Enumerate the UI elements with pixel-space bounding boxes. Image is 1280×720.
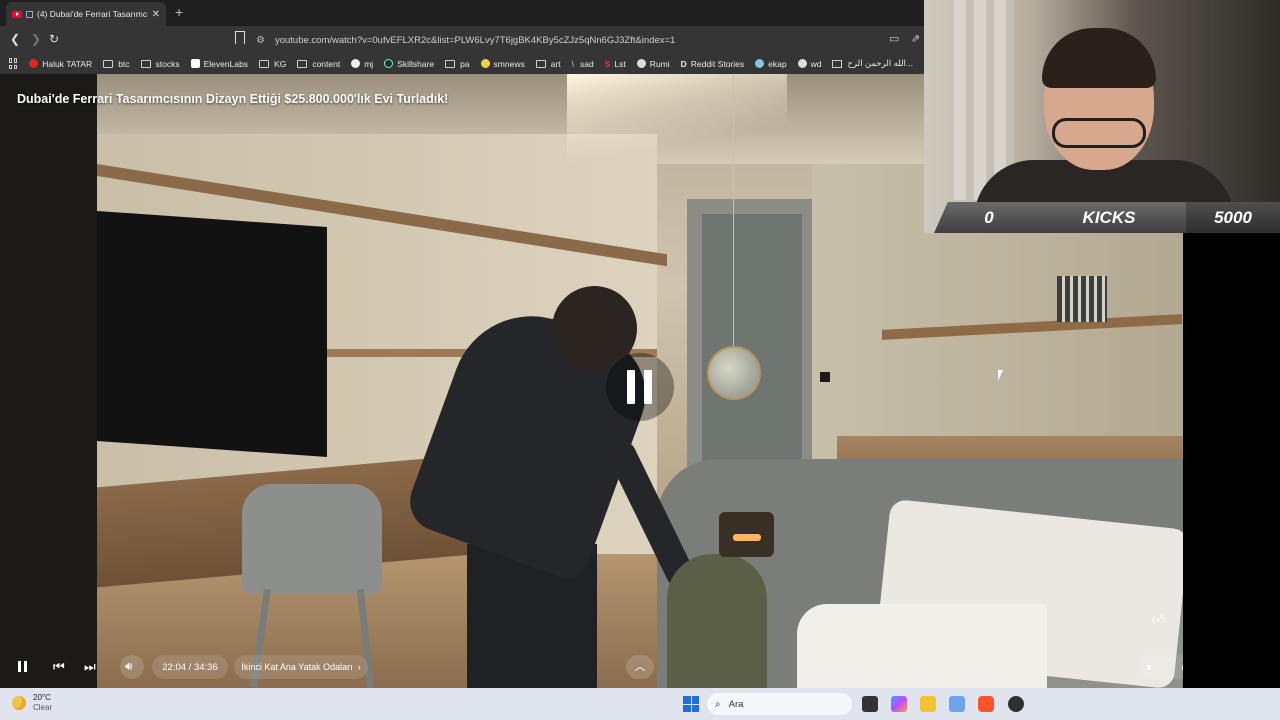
bookmark-item[interactable]: smnews	[480, 59, 525, 69]
bookmark-item[interactable]: ElevenLabs	[190, 59, 248, 69]
folder-icon	[535, 59, 546, 68]
d-icon: D	[680, 58, 687, 69]
bookmark-item[interactable]: pa	[445, 59, 470, 69]
copilot-icon[interactable]	[891, 696, 907, 712]
previous-icon[interactable]: ⏮	[53, 659, 65, 675]
kicks-goal: 5000	[1186, 202, 1280, 233]
black-strip	[1183, 233, 1280, 688]
kicks-current: 0	[984, 207, 994, 227]
bookmark-item[interactable]: الله الرحمن الرح...	[832, 58, 913, 69]
file-explorer-icon[interactable]	[920, 696, 936, 712]
bookmark-item[interactable]: stocks	[140, 59, 180, 69]
slash-icon: \	[571, 58, 575, 69]
url-text: youtube.com/watch?v=0ufvEFLXR2c&list=PLW…	[274, 34, 676, 46]
bookmark-item[interactable]: art	[535, 59, 561, 69]
smiley-icon	[480, 59, 490, 68]
time-display: 22:04 / 34:36	[152, 655, 228, 679]
doc-icon	[832, 59, 843, 68]
taskbar-search[interactable]: ⌕ Ara	[707, 693, 852, 715]
close-tab-icon[interactable]: ✕	[152, 9, 160, 20]
folder-icon	[140, 59, 151, 68]
elevenlabs-icon	[190, 59, 200, 68]
pause-icon[interactable]	[16, 659, 30, 673]
youtube-favicon-icon	[12, 10, 22, 18]
bookmark-item[interactable]: ekap	[755, 59, 787, 69]
bookmark-item[interactable]: btc	[103, 59, 130, 69]
bookmark-item[interactable]: Haluk TATAR	[29, 59, 92, 69]
volume-button[interactable]: 🔊︎	[120, 655, 144, 679]
player-controls: ⏮ ⏭ 🔊︎ 22:04 / 34:36 İkinci Kat Ana Yata…	[0, 655, 1280, 683]
brave-browser-icon[interactable]	[978, 696, 994, 712]
kicks-label: KICKS	[1082, 207, 1136, 227]
url-field[interactable]: ⚙ youtube.com/watch?v=0ufvEFLXR2c&list=P…	[256, 30, 896, 50]
webcam-feed	[924, 0, 1280, 233]
folder-icon	[103, 59, 114, 68]
kicks-counter: 0 KICKS 5000	[934, 202, 1280, 233]
share-icon[interactable]: ⇗	[911, 32, 920, 45]
start-icon[interactable]	[683, 696, 699, 712]
globe-icon	[636, 59, 646, 68]
bookmark-item[interactable]: S Lst	[605, 59, 626, 69]
new-tab-button[interactable]: +	[175, 5, 183, 19]
chapter-label: İkinci Kat Ana Yatak Odaları	[241, 662, 353, 672]
screen: (4) Dubai'de Ferrari Tasarımcı... ✕ + ❮ …	[0, 0, 1280, 720]
bookmark-item[interactable]: Rumi	[636, 59, 670, 69]
browser-tab[interactable]: (4) Dubai'de Ferrari Tasarımcı... ✕	[6, 2, 166, 26]
search-placeholder: Ara	[728, 698, 744, 710]
snipping-tool-icon[interactable]	[949, 696, 965, 712]
address-bar: ❮ ❯ ↻ ⚙ youtube.com/watch?v=0ufvEFLXR2c&…	[0, 26, 924, 53]
tab-group-icon	[26, 10, 33, 18]
bookmark-item[interactable]: D Reddit Stories	[681, 59, 745, 69]
temperature: 20°C	[33, 693, 51, 702]
back-icon[interactable]: ❮	[10, 32, 20, 46]
volume-icon: 🔊︎	[125, 659, 133, 673]
folder-icon	[259, 59, 270, 68]
windows-taskbar: 20°C Clear ⌕ Ara	[0, 688, 1280, 720]
chevron-right-icon: ›	[357, 662, 361, 672]
skillshare-icon	[384, 59, 394, 68]
video-object	[820, 372, 830, 382]
folder-icon	[445, 59, 456, 68]
side-actions: 👍︎ 👎︎ ▤ ➦	[1148, 612, 1183, 632]
bookmark-item[interactable]: mj	[351, 59, 373, 69]
chevron-up-icon: ︿	[634, 661, 646, 673]
autoplay-toggle-icon[interactable]: ⏸︎	[1146, 660, 1152, 675]
bookmark-item[interactable]: content	[297, 59, 340, 69]
apps-grid-icon[interactable]	[9, 58, 18, 69]
bookmark-item[interactable]: wd	[797, 59, 821, 69]
chapter-button[interactable]: İkinci Kat Ana Yatak Odaları ›	[234, 655, 368, 679]
forward-icon[interactable]: ❯	[31, 32, 41, 46]
more-videos-button[interactable]: ︿	[626, 655, 654, 679]
bird-icon	[755, 59, 765, 68]
like-icon[interactable]: 👍︎	[1148, 612, 1170, 632]
bookmark-icon[interactable]	[235, 31, 245, 44]
search-icon: ⌕	[715, 698, 721, 710]
s-icon: S	[604, 58, 611, 69]
obs-icon[interactable]	[1008, 696, 1024, 712]
video-title[interactable]: Dubai'de Ferrari Tasarımcısının Dizayn E…	[17, 92, 448, 106]
github-icon	[351, 59, 361, 68]
bookmark-item[interactable]: \ sad	[572, 59, 594, 69]
cast-icon[interactable]: ▭	[889, 32, 899, 45]
bookmarks-bar: Haluk TATAR btc stocks ElevenLabs KG con…	[0, 53, 924, 74]
reload-icon[interactable]: ↻	[49, 32, 59, 46]
globe-icon	[797, 59, 807, 68]
folder-icon	[297, 59, 308, 68]
weather-condition: Clear	[33, 703, 53, 712]
bookmark-item[interactable]: Skillshare	[384, 59, 434, 69]
moon-icon	[12, 696, 26, 710]
mouse-cursor-icon	[998, 370, 1008, 381]
browser-tab-bar: (4) Dubai'de Ferrari Tasarımcı... ✕ +	[0, 0, 924, 26]
bookmark-item[interactable]: KG	[259, 59, 286, 69]
task-view-icon[interactable]	[862, 696, 878, 712]
weather-widget[interactable]: 20°C Clear	[12, 693, 52, 713]
next-icon[interactable]: ⏭	[84, 659, 96, 675]
site-info-icon[interactable]: ⚙	[256, 35, 265, 46]
youtube-icon	[29, 59, 39, 68]
tab-title: (4) Dubai'de Ferrari Tasarımcı...	[37, 9, 148, 19]
pause-overlay-icon[interactable]	[606, 353, 674, 421]
